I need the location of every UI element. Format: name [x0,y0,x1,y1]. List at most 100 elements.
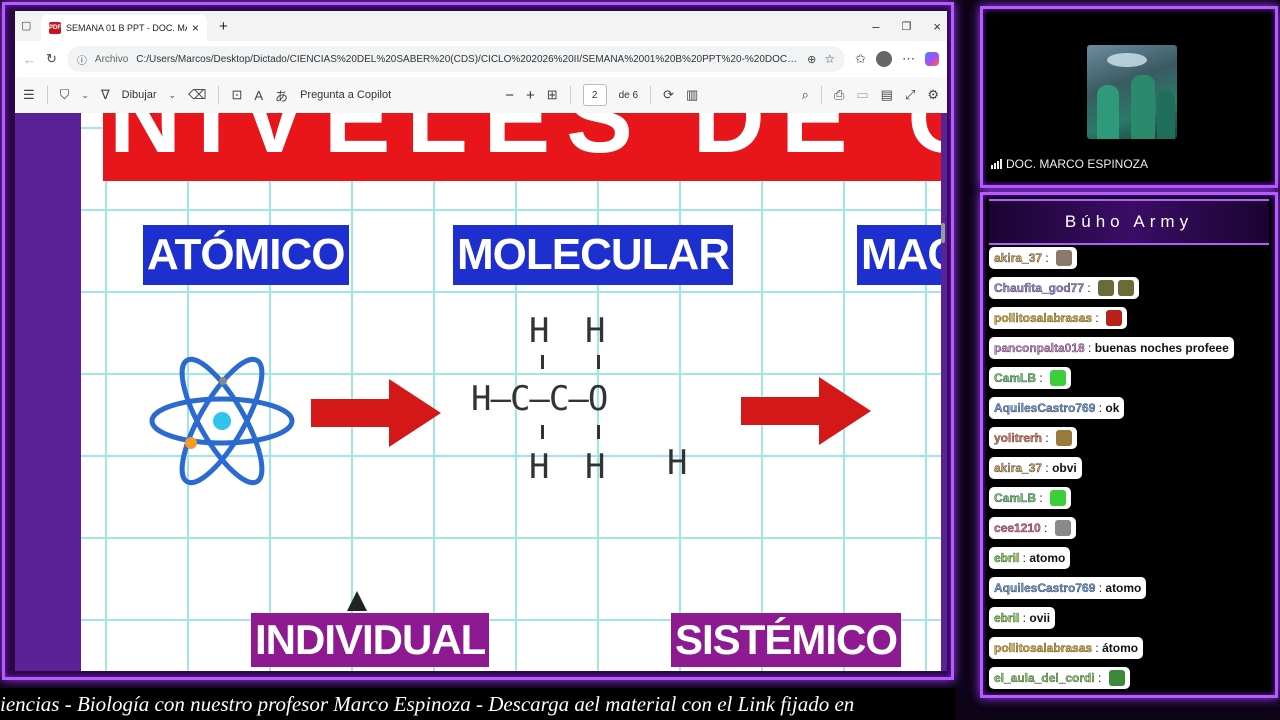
tab-title: SEMANA 01 B PPT - DOC. MARCO [66,23,187,33]
emote-icon [1056,430,1073,446]
label-systemic: SISTÉMICO [671,613,902,667]
zoom-in-button[interactable]: + [526,87,535,104]
person-figure [1131,75,1155,139]
chat-username[interactable]: akira_37 [994,461,1042,475]
chat-message-bubble: CamLB : [989,487,1072,509]
chat-text: obvi [1052,461,1077,475]
text-box-icon[interactable]: ⊡ [231,87,242,103]
scrollbar[interactable] [941,223,945,243]
emote-icon [1108,670,1125,686]
emote-icon [1056,250,1073,266]
minimize-button[interactable]: – [872,19,879,34]
chat-title: Búho Army [989,199,1269,245]
page-number-input[interactable]: 2 [582,84,607,106]
search-icon[interactable]: ⌕ [802,87,809,103]
settings-icon[interactable]: ⚙ [927,87,939,103]
draw-label[interactable]: Dibujar [122,89,157,101]
tab-pdf[interactable]: PDF SEMANA 01 B PPT - DOC. MARCO × [41,15,207,41]
zoom-icon[interactable]: ⊕ [807,53,816,66]
chat-message-bubble: cee1210 : [989,517,1076,539]
favorites-icon[interactable]: ✩ [855,51,866,67]
fit-page-icon[interactable]: ⊞ [547,87,558,103]
chat-username[interactable]: panconpalta018 [994,341,1085,355]
more-icon[interactable]: ⋯ [902,51,915,67]
chat-separator: : [1042,461,1053,475]
chat-text: atomo [1029,551,1066,565]
chat-username[interactable]: CamLB [994,491,1036,505]
read-aloud-icon[interactable]: A [254,88,263,103]
pdf-viewer[interactable]: NIVELES DE O ATÓMICO MOLECULAR MAC [15,113,947,671]
chat-message: pollitosalabrasas : átomo [989,637,1273,667]
copilot-icon[interactable] [925,52,939,66]
molecule-bond [541,425,544,439]
save-as-icon[interactable]: ▤ [881,87,893,103]
eraser-icon[interactable]: ⌫ [188,87,206,103]
rotate-icon[interactable]: ⟳ [663,87,674,103]
sidebar-toggle-icon[interactable]: ▢ [21,19,31,32]
slide-title: NIVELES DE O [109,113,941,174]
label-macro: MAC [857,225,941,285]
chat-username[interactable]: yolitrerh [994,431,1042,445]
chat-separator: : [1036,371,1047,385]
page-total: de 6 [618,89,639,101]
presenter-label: DOC. MARCO ESPINOZA [991,157,1148,171]
tab-close-icon[interactable]: × [192,21,199,35]
draw-icon[interactable]: ∇ [101,87,110,103]
new-tab-button[interactable]: + [219,18,228,35]
chat-username[interactable]: el_aula_del_cordi [994,671,1095,685]
person-figure [1097,85,1119,139]
translate-icon[interactable]: あ [275,86,288,105]
chat-message: AquilesCastro769 : atomo [989,577,1273,607]
chevron-down-icon[interactable]: ⌄ [169,90,177,101]
chat-username[interactable]: AquilesCastro769 [994,401,1096,415]
address-bar-row: ← ↻ ⓘ Archivo C:/Users/Marcos/Desktop/Di… [15,41,947,77]
copilot-ask-button[interactable]: Pregunta a Copilot [300,89,391,101]
chat-frame: Búho Army akira_37 : Chaufita_god77 : po… [980,192,1278,698]
print-icon[interactable]: ⎙ [834,87,844,103]
webcam-video [1087,45,1177,139]
label-atomic: ATÓMICO [143,225,349,285]
favorite-star-icon[interactable]: ☆ [824,52,835,66]
save-icon[interactable]: ▭ [856,87,868,103]
refresh-icon[interactable]: ↻ [46,51,57,67]
contents-icon[interactable]: ☰ [23,87,35,103]
divider [46,86,48,104]
slide-page: NIVELES DE O ATÓMICO MOLECULAR MAC [81,113,941,671]
divider [650,86,652,104]
molecule-h: H [585,447,606,487]
highlight-icon[interactable]: ⛉ [60,87,70,103]
emote-icon [1098,280,1115,296]
chat-username[interactable]: ebril [994,611,1020,625]
chat-username[interactable]: AquilesCastro769 [994,581,1096,595]
arrow-right-icon [311,379,441,447]
chat-message-bubble: panconpalta018 : buenas noches profeee [989,337,1234,359]
close-window-button[interactable]: × [933,19,941,34]
back-icon[interactable]: ← [23,52,36,67]
chevron-down-icon[interactable]: ⌄ [81,90,89,101]
screen-share-frame: ▢ PDF SEMANA 01 B PPT - DOC. MARCO × + –… [2,2,954,680]
chat-message: cee1210 : [989,517,1273,547]
chat-username[interactable]: ebril [994,551,1020,565]
chat-message-bubble: ebril : atomo [989,547,1071,569]
chat-message-bubble: pollitosalabrasas : átomo [989,637,1144,659]
scrolling-ticker: iencias - Biología con nuestro profesor … [0,688,955,720]
chat-username[interactable]: pollitosalabrasas [994,641,1092,655]
chat-message: akira_37 : [989,247,1273,277]
profile-avatar[interactable] [876,51,892,67]
chat-message: Chaufita_god77 : [989,277,1273,307]
molecule-bond [597,355,600,369]
chat-username[interactable]: cee1210 [994,521,1041,535]
chat-username[interactable]: akira_37 [994,251,1042,265]
chat-message: el_aula_del_cordi : [989,667,1273,697]
maximize-button[interactable]: ❐ [902,20,912,33]
chat-username[interactable]: Chaufita_god77 [994,281,1084,295]
address-bar[interactable]: ⓘ Archivo C:/Users/Marcos/Desktop/Dictad… [66,46,846,72]
zoom-out-button[interactable]: − [505,87,514,104]
chat-username[interactable]: pollitosalabrasas [994,311,1092,325]
emote-icon [1050,370,1067,386]
person-figure [1157,91,1175,139]
chat-username[interactable]: CamLB [994,371,1036,385]
expand-icon[interactable]: ⤢ [905,87,915,103]
chat-text: ok [1105,401,1120,415]
page-view-icon[interactable]: ▥ [686,87,698,103]
